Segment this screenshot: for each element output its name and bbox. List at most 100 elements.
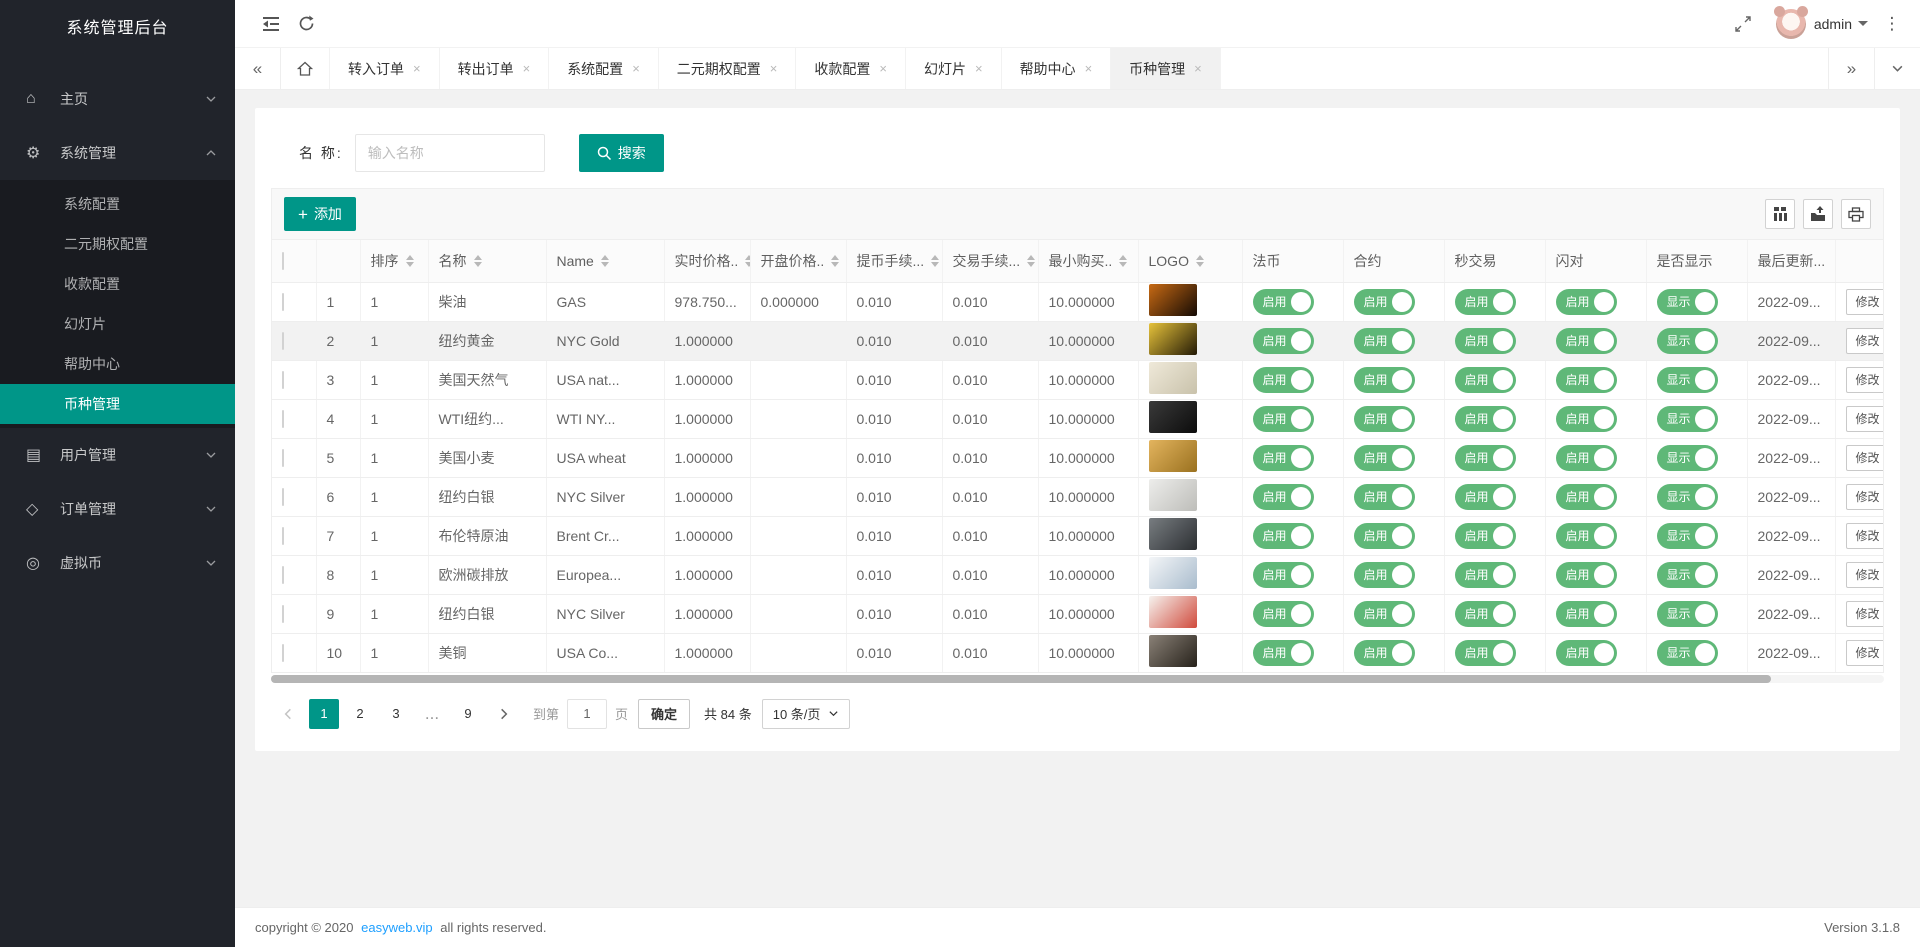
filter-columns-button[interactable] [1765, 199, 1795, 229]
search-input[interactable] [355, 134, 545, 172]
edit-button[interactable]: 修改 [1846, 406, 1885, 432]
row-checkbox[interactable] [282, 605, 284, 623]
sort-icon[interactable] [931, 255, 939, 267]
is_visible-toggle[interactable]: 显示 [1657, 523, 1718, 549]
fiat-toggle[interactable]: 启用 [1253, 523, 1314, 549]
seconds_trade-toggle[interactable]: 启用 [1455, 406, 1516, 432]
flash_swap-toggle[interactable]: 启用 [1556, 562, 1617, 588]
horizontal-scrollbar[interactable] [271, 675, 1884, 683]
sort-icon[interactable] [601, 255, 609, 267]
more-menu-icon[interactable]: ⋮ [1882, 14, 1902, 34]
print-button[interactable] [1841, 199, 1871, 229]
row-checkbox[interactable] [282, 527, 284, 545]
row-checkbox[interactable] [282, 644, 284, 662]
sort-icon[interactable] [1119, 255, 1127, 267]
page-size-select[interactable]: 10 条/页 [762, 699, 851, 729]
fiat-toggle[interactable]: 启用 [1253, 289, 1314, 315]
flash_swap-toggle[interactable]: 启用 [1556, 484, 1617, 510]
sort-icon[interactable] [474, 255, 482, 267]
seconds_trade-toggle[interactable]: 启用 [1455, 484, 1516, 510]
copyright-link[interactable]: easyweb.vip [361, 920, 433, 935]
contract-toggle[interactable]: 启用 [1354, 523, 1415, 549]
flash_swap-toggle[interactable]: 启用 [1556, 367, 1617, 393]
select-all-checkbox[interactable] [282, 252, 284, 270]
fiat-toggle[interactable]: 启用 [1253, 562, 1314, 588]
seconds_trade-toggle[interactable]: 启用 [1455, 289, 1516, 315]
is_visible-toggle[interactable]: 显示 [1657, 289, 1718, 315]
row-checkbox[interactable] [282, 449, 284, 467]
collapse-menu-icon[interactable] [255, 7, 289, 41]
sort-icon[interactable] [745, 255, 750, 267]
flash_swap-toggle[interactable]: 启用 [1556, 601, 1617, 627]
tabs-scroll-right-icon[interactable]: » [1828, 48, 1874, 89]
fiat-toggle[interactable]: 启用 [1253, 601, 1314, 627]
is_visible-toggle[interactable]: 显示 [1657, 601, 1718, 627]
is_visible-toggle[interactable]: 显示 [1657, 406, 1718, 432]
seconds_trade-toggle[interactable]: 启用 [1455, 562, 1516, 588]
close-icon[interactable]: × [413, 61, 421, 76]
row-checkbox[interactable] [282, 293, 284, 311]
sidebar-subitem-system-config[interactable]: 系统配置 [0, 184, 235, 224]
seconds_trade-toggle[interactable]: 启用 [1455, 445, 1516, 471]
close-icon[interactable]: × [1085, 61, 1093, 76]
fiat-toggle[interactable]: 启用 [1253, 328, 1314, 354]
next-page-button[interactable] [489, 699, 519, 729]
fiat-toggle[interactable]: 启用 [1253, 367, 1314, 393]
close-icon[interactable]: × [523, 61, 531, 76]
contract-toggle[interactable]: 启用 [1354, 562, 1415, 588]
user-name[interactable]: admin [1814, 16, 1852, 32]
fiat-toggle[interactable]: 启用 [1253, 406, 1314, 432]
tab-slides[interactable]: 幻灯片× [906, 48, 1002, 89]
edit-button[interactable]: 修改 [1846, 523, 1885, 549]
edit-button[interactable]: 修改 [1846, 367, 1885, 393]
sidebar-item-home[interactable]: ⌂主页 [0, 72, 235, 126]
page-button-2[interactable]: 2 [345, 699, 375, 729]
flash_swap-toggle[interactable]: 启用 [1556, 289, 1617, 315]
tabs-scroll-left-icon[interactable]: « [235, 48, 281, 89]
fiat-toggle[interactable]: 启用 [1253, 640, 1314, 666]
sidebar-item-system-manage[interactable]: ⚙系统管理 [0, 126, 235, 180]
tab-binary-option-config[interactable]: 二元期权配置× [659, 48, 797, 89]
is_visible-toggle[interactable]: 显示 [1657, 445, 1718, 471]
scrollbar-thumb[interactable] [271, 675, 1771, 683]
fiat-toggle[interactable]: 启用 [1253, 484, 1314, 510]
edit-button[interactable]: 修改 [1846, 289, 1885, 315]
flash_swap-toggle[interactable]: 启用 [1556, 328, 1617, 354]
export-button[interactable] [1803, 199, 1833, 229]
flash_swap-toggle[interactable]: 启用 [1556, 523, 1617, 549]
user-avatar[interactable] [1776, 9, 1806, 39]
contract-toggle[interactable]: 启用 [1354, 406, 1415, 432]
sidebar-subitem-payment-config[interactable]: 收款配置 [0, 264, 235, 304]
tabs-menu-icon[interactable] [1874, 48, 1920, 89]
row-checkbox[interactable] [282, 488, 284, 506]
sidebar-item-virtual-coin[interactable]: ◎虚拟币 [0, 536, 235, 590]
tab-transfer-out-orders[interactable]: 转出订单× [440, 48, 550, 89]
tab-transfer-in-orders[interactable]: 转入订单× [330, 48, 440, 89]
contract-toggle[interactable]: 启用 [1354, 484, 1415, 510]
row-checkbox[interactable] [282, 332, 284, 350]
refresh-icon[interactable] [289, 7, 323, 41]
edit-button[interactable]: 修改 [1846, 640, 1885, 666]
edit-button[interactable]: 修改 [1846, 562, 1885, 588]
close-icon[interactable]: × [879, 61, 887, 76]
sidebar-subitem-help-center[interactable]: 帮助中心 [0, 344, 235, 384]
contract-toggle[interactable]: 启用 [1354, 445, 1415, 471]
close-icon[interactable]: × [975, 61, 983, 76]
add-button[interactable]: + 添加 [284, 197, 356, 231]
contract-toggle[interactable]: 启用 [1354, 328, 1415, 354]
page-button-1[interactable]: 1 [309, 699, 339, 729]
sidebar-subitem-slides[interactable]: 幻灯片 [0, 304, 235, 344]
seconds_trade-toggle[interactable]: 启用 [1455, 367, 1516, 393]
jump-page-input[interactable] [567, 699, 607, 729]
edit-button[interactable]: 修改 [1846, 445, 1885, 471]
prev-page-button[interactable] [273, 699, 303, 729]
sort-icon[interactable] [1196, 255, 1204, 267]
sort-icon[interactable] [1027, 255, 1035, 267]
tab-help-center[interactable]: 帮助中心× [1002, 48, 1112, 89]
contract-toggle[interactable]: 启用 [1354, 601, 1415, 627]
user-dropdown-caret-icon[interactable] [1858, 21, 1868, 26]
sidebar-item-user-manage[interactable]: ▤用户管理 [0, 428, 235, 482]
edit-button[interactable]: 修改 [1846, 328, 1885, 354]
tab-coin-manage[interactable]: 币种管理× [1111, 48, 1221, 89]
close-icon[interactable]: × [770, 61, 778, 76]
